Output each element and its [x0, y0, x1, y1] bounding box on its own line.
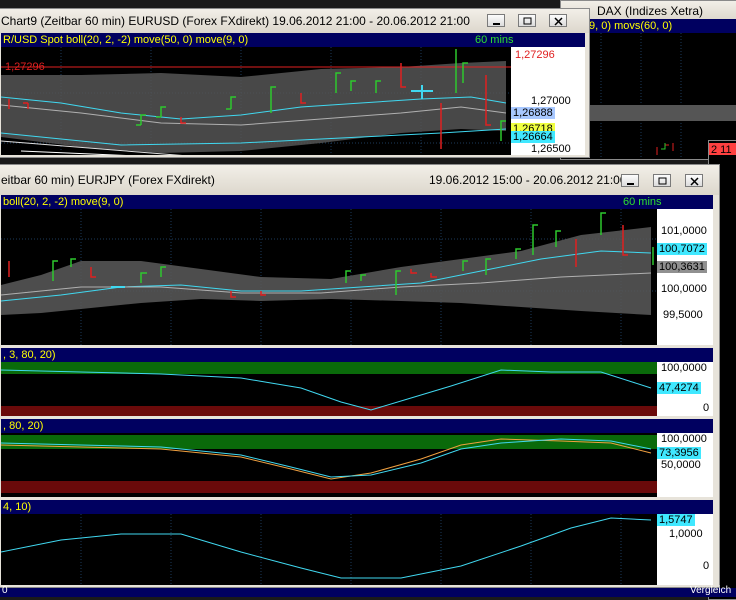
eurusd-price-axis[interactable]: 1,27000 1,26500 1,27296 1,26888 1,26718 … [511, 47, 585, 155]
indicator-1-tick-1: 0 [703, 402, 710, 414]
maximize-button[interactable] [518, 14, 536, 27]
eurjpy-main-pane[interactable]: boll(20, 2, -2) move(9, 0) 60 mins 101,0… [1, 195, 713, 345]
indicator-2-tick-1: 50,0000 [661, 459, 701, 471]
close-button[interactable] [685, 174, 703, 187]
eurjpy-tick-1: 100,0000 [661, 283, 707, 295]
eurusd-chart-window[interactable]: Chart9 (Zeitbar 60 min) EURUSD (Forex FX… [0, 8, 590, 158]
indicator-3-tag: 1,5747 [657, 514, 695, 526]
eurjpy-price-axis[interactable]: 101,0000 100,0000 99,5000 100,7072 100,3… [657, 209, 713, 345]
eurjpy-tick-0: 101,0000 [661, 225, 707, 237]
eurjpy-date-range: 19.06.2012 15:00 - 20.06.2012 21:00 [429, 173, 627, 187]
eurusd-tick-1: 1,26500 [531, 143, 571, 155]
eurjpy-tag-0: 100,7072 [657, 243, 707, 255]
eurjpy-title: eitbar 60 min) EURJPY (Forex FXdirekt) [1, 173, 215, 187]
eurusd-plot[interactable] [1, 33, 585, 155]
indicator-2-tag: 73,3956 [657, 447, 701, 459]
eurusd-tick-0: 1,27000 [531, 95, 571, 107]
maximize-icon [523, 17, 532, 25]
eurusd-tag-0: 1,27296 [513, 49, 557, 61]
bottom-left-text: 0 [2, 585, 8, 596]
eurusd-tag-3: 1,26664 [511, 131, 555, 143]
eurjpy-indicator-1-pane[interactable]: , 3, 80, 20) 100,0000 0 47,4274 [1, 348, 713, 416]
eurusd-hline-label: 1,27296 [5, 61, 45, 73]
eurjpy-indicator-2-pane[interactable]: , 80, 20) 100,0000 50,0000 73,3956 [1, 419, 713, 497]
eurjpy-tag-1: 100,3631 [657, 261, 707, 273]
eurjpy-indicator-3-pane[interactable]: 4, 10) 1,0000 0 1,5747 [1, 500, 713, 585]
indicator-3-axis[interactable]: 1,0000 0 1,5747 [657, 514, 713, 585]
indicator-2-axis[interactable]: 100,0000 50,0000 73,3956 [657, 433, 713, 497]
eurusd-titlebar[interactable]: Chart9 (Zeitbar 60 min) EURUSD (Forex FX… [0, 9, 589, 33]
indicator-2-plot[interactable] [1, 419, 657, 497]
close-button[interactable] [549, 14, 567, 27]
eurusd-title: Chart9 (Zeitbar 60 min) EURUSD (Forex FX… [1, 14, 470, 28]
indicator-3-plot[interactable] [1, 500, 657, 585]
indicator-1-tag: 47,4274 [657, 382, 701, 394]
minimize-button[interactable] [487, 14, 505, 27]
bottom-right-text[interactable]: Vergleich [690, 585, 731, 596]
eurjpy-main-plot[interactable] [1, 195, 657, 345]
right-partial-header: 2 11 [709, 143, 736, 156]
minimize-icon [493, 23, 500, 25]
minimize-button[interactable] [621, 174, 639, 187]
indicator-1-tick-0: 100,0000 [661, 362, 707, 374]
indicator-2-tick-0: 100,0000 [661, 433, 707, 445]
eurusd-pane[interactable]: R/USD Spot boll(20, 2, -2) move(50, 0) m… [1, 33, 585, 155]
indicator-3-tick-0: 1,0000 [669, 528, 703, 540]
eurjpy-tick-2: 99,5000 [663, 309, 703, 321]
close-icon [690, 177, 699, 186]
maximize-button[interactable] [653, 174, 671, 187]
bottom-strip: 0 Vergleich [0, 585, 736, 597]
eurusd-tag-1: 1,26888 [511, 107, 555, 119]
close-icon [554, 17, 563, 26]
eurjpy-titlebar[interactable]: eitbar 60 min) EURJPY (Forex FXdirekt) 1… [0, 165, 719, 195]
indicator-1-axis[interactable]: 100,0000 0 47,4274 [657, 362, 713, 416]
minimize-icon [627, 183, 634, 185]
indicator-1-plot[interactable] [1, 348, 657, 416]
indicator-3-tick-1: 0 [703, 560, 710, 572]
eurjpy-chart-window[interactable]: eitbar 60 min) EURJPY (Forex FXdirekt) 1… [0, 164, 720, 588]
dax-title: DAX (Indizes Xetra) [597, 4, 704, 18]
maximize-icon [658, 177, 667, 185]
